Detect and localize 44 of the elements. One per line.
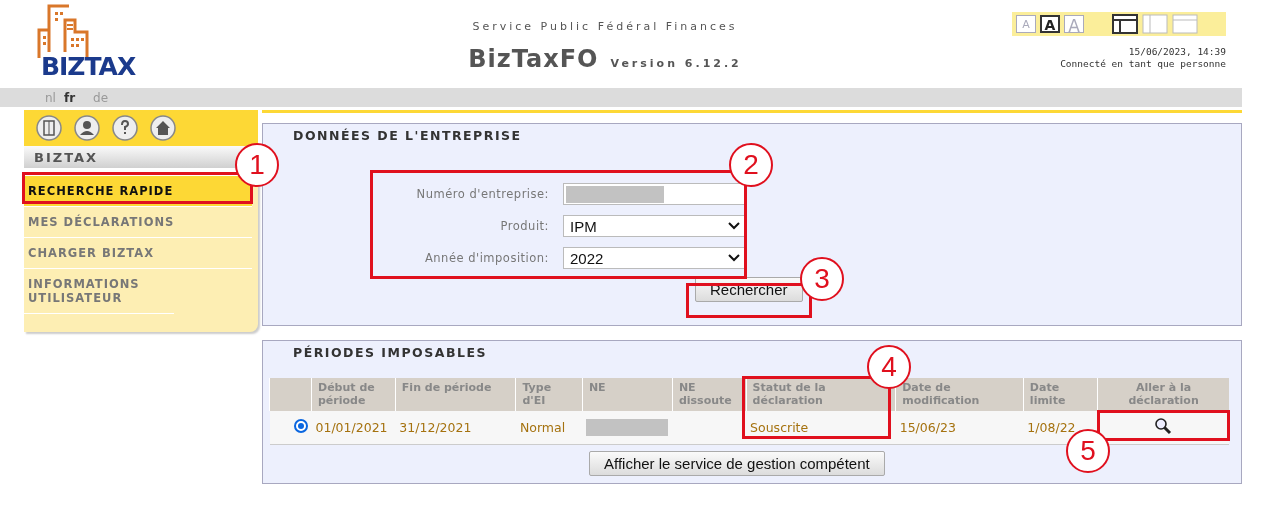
chevron-icon xyxy=(728,222,740,230)
table-cell: 01/01/2021 xyxy=(311,411,396,445)
panel-title: PÉRIODES IMPOSABLES xyxy=(292,344,488,360)
home-icon[interactable] xyxy=(150,115,176,141)
sidebar-item[interactable]: RECHERCHE RAPIDE xyxy=(24,176,252,207)
text-size-button[interactable]: A xyxy=(1040,15,1060,33)
field-label: Année d'imposition: xyxy=(423,251,549,265)
column-header: NE dissoute xyxy=(672,378,747,411)
search-icon[interactable] xyxy=(1154,417,1173,435)
help-icon[interactable] xyxy=(112,115,138,141)
table-cell: 31/12/2021 xyxy=(395,411,516,445)
field-label: Produit: xyxy=(499,219,549,233)
column-header: Fin de période xyxy=(395,378,516,411)
user-icon[interactable] xyxy=(74,115,100,141)
input-field[interactable] xyxy=(563,183,747,205)
column-header: Début de période xyxy=(311,378,396,411)
agency-name: Service Public Fédéral Finances xyxy=(472,20,738,33)
column-header: Aller à la déclaration xyxy=(1097,378,1229,411)
column-header: Date de modification xyxy=(895,378,1024,411)
date-time: 15/06/2023, 14:39 xyxy=(1128,46,1226,58)
sidebar-item[interactable]: MES DÉCLARATIONS xyxy=(24,207,252,238)
version-label: Version 6.12.2 xyxy=(610,57,742,70)
select-field[interactable]: 2022 xyxy=(563,247,747,269)
logo-text: BIZTAX xyxy=(41,54,137,80)
panel-title: DONNÉES DE L'ENTREPRISE xyxy=(292,127,523,143)
door-icon[interactable] xyxy=(36,115,62,141)
column-header: NE xyxy=(582,378,673,411)
chevron-icon xyxy=(728,254,740,262)
app-title: BizTaxFO xyxy=(468,45,599,73)
column-header: Statut de la déclaration xyxy=(746,378,896,411)
field-label: Numéro d'entreprise: xyxy=(415,187,549,201)
language-link[interactable]: fr xyxy=(63,90,76,105)
column-header: Type d'EI xyxy=(515,378,583,411)
table-cell: 15/06/23 xyxy=(895,411,1024,445)
layout-icon[interactable] xyxy=(1112,14,1138,34)
show-service-button[interactable]: Afficher le service de gestion compétent xyxy=(589,451,885,476)
table-cell: Normal xyxy=(515,411,583,445)
select-field[interactable]: IPM xyxy=(563,215,747,237)
sidebar-item[interactable]: INFORMATIONS UTILISATEUR xyxy=(24,269,174,314)
sidebar-item[interactable]: CHARGER BIZTAX xyxy=(24,238,252,269)
table-cell: Souscrite xyxy=(746,411,896,445)
column-header: Date limite xyxy=(1023,378,1098,411)
radio-button[interactable] xyxy=(293,419,308,433)
user-status: Connecté en tant que personne xyxy=(1060,58,1226,70)
